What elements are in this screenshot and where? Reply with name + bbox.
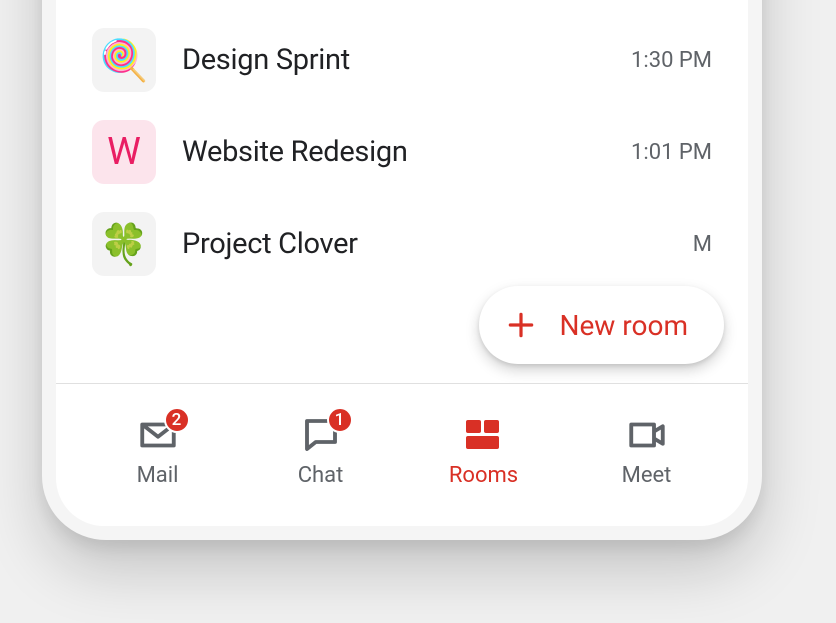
nav-label: Chat bbox=[298, 463, 344, 488]
nav-label: Meet bbox=[622, 463, 672, 488]
room-time: M bbox=[693, 232, 712, 257]
mail-badge: 2 bbox=[164, 407, 190, 433]
chat-icon: 1 bbox=[299, 415, 343, 455]
room-item-project-clover[interactable]: 🍀 Project Clover M bbox=[56, 198, 748, 290]
mail-icon: 2 bbox=[136, 415, 180, 455]
room-name: Design Sprint bbox=[182, 43, 605, 77]
room-name: Project Clover bbox=[182, 227, 667, 261]
room-item-website-redesign[interactable]: W Website Redesign 1:01 PM bbox=[56, 106, 748, 198]
room-item-design-sprint[interactable]: 🍭 Design Sprint 1:30 PM bbox=[56, 14, 748, 106]
letter-avatar: W bbox=[92, 120, 156, 184]
nav-mail[interactable]: 2 Mail bbox=[93, 415, 223, 488]
nav-label: Rooms bbox=[449, 463, 518, 488]
lollipop-icon: 🍭 bbox=[92, 28, 156, 92]
rooms-list: 🍭 Design Sprint 1:30 PM W Website Redesi… bbox=[56, 0, 748, 290]
room-time: 1:30 PM bbox=[631, 48, 712, 73]
phone-frame: 🍭 Design Sprint 1:30 PM W Website Redesi… bbox=[42, 0, 762, 540]
rooms-icon bbox=[462, 415, 506, 455]
fab-label: New room bbox=[559, 309, 688, 342]
nav-rooms[interactable]: Rooms bbox=[419, 415, 549, 488]
room-name: Website Redesign bbox=[182, 135, 605, 169]
nav-meet[interactable]: Meet bbox=[582, 415, 712, 488]
chat-badge: 1 bbox=[327, 407, 353, 433]
plus-icon bbox=[505, 309, 537, 341]
new-room-button[interactable]: New room bbox=[479, 286, 724, 364]
screen: 🍭 Design Sprint 1:30 PM W Website Redesi… bbox=[56, 0, 748, 526]
room-time: 1:01 PM bbox=[631, 140, 712, 165]
bottom-nav: 2 Mail 1 Chat Rooms bbox=[56, 384, 748, 526]
meet-icon bbox=[625, 415, 669, 455]
nav-chat[interactable]: 1 Chat bbox=[256, 415, 386, 488]
nav-label: Mail bbox=[137, 463, 179, 488]
clover-icon: 🍀 bbox=[92, 212, 156, 276]
